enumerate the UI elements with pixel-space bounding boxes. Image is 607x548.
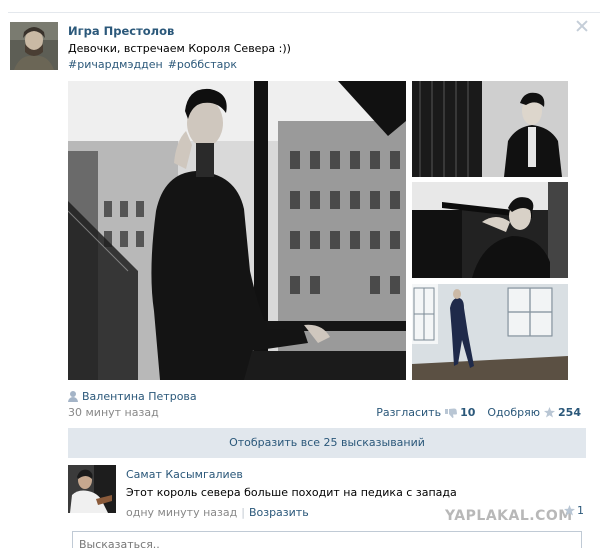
- shared-by-name[interactable]: Валентина Петрова: [82, 390, 197, 403]
- photo-thumbnail-2[interactable]: [412, 182, 568, 278]
- shared-by[interactable]: Валентина Петрова: [68, 390, 197, 403]
- post-author[interactable]: Игра Престолов: [68, 24, 174, 38]
- photo-thumbnail-1[interactable]: [412, 81, 568, 177]
- comment-avatar[interactable]: [68, 465, 116, 513]
- agree-count: 254: [558, 406, 581, 419]
- agree-button[interactable]: Одобряю: [487, 406, 540, 419]
- show-all-comments-button[interactable]: Отобразить все 25 высказываний: [68, 428, 586, 458]
- post-text: Девочки, встречаем Короля Севера :)): [68, 42, 291, 55]
- hashtags: #ричардмэдден #роббстарк: [68, 58, 242, 71]
- comment-input[interactable]: Высказаться..: [72, 531, 582, 548]
- top-divider: [8, 12, 600, 13]
- disagree-button[interactable]: Разгласить: [376, 406, 441, 419]
- person-icon: [68, 391, 78, 402]
- star-icon[interactable]: [564, 505, 575, 516]
- comment-meta: одну минуту назад | Возразить: [126, 506, 309, 519]
- watermark: YAPLAKAL.COM: [445, 508, 573, 524]
- thumbs-down-icon[interactable]: [445, 408, 458, 418]
- star-icon[interactable]: [544, 407, 556, 418]
- comment-like-count: 1: [577, 504, 584, 517]
- hashtag-link[interactable]: #роббстарк: [168, 58, 237, 71]
- comment-author[interactable]: Самат Касымгалиев: [126, 468, 243, 481]
- disagree-count: 10: [460, 406, 476, 419]
- post-time[interactable]: 30 минут назад: [68, 406, 159, 419]
- photo-thumbnail-3[interactable]: [412, 284, 568, 380]
- comment-text: Этот король севера больше походит на пед…: [126, 486, 457, 499]
- close-icon[interactable]: [576, 20, 588, 32]
- comment-likes[interactable]: 1: [564, 504, 584, 517]
- reply-link[interactable]: Возразить: [249, 506, 309, 519]
- hashtag-link[interactable]: #ричардмэдден: [68, 58, 163, 71]
- vote-bar: Разгласить 10 Одобряю 254: [376, 406, 581, 419]
- group-avatar[interactable]: [10, 22, 58, 70]
- comment-time[interactable]: одну минуту назад: [126, 506, 237, 519]
- photo-main[interactable]: [68, 81, 406, 380]
